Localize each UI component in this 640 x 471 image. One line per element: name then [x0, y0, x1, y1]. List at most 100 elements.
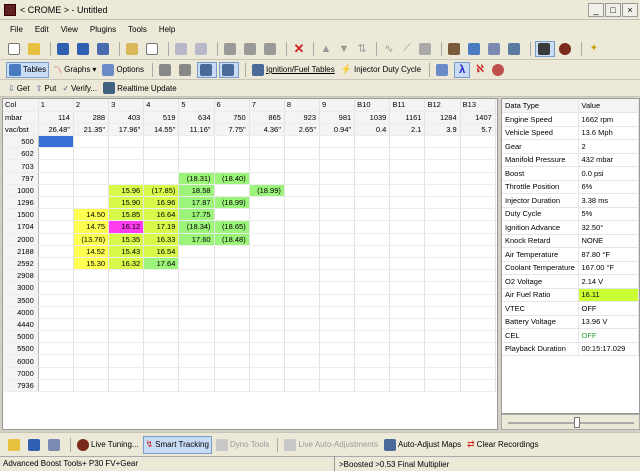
table-cell[interactable]: [249, 257, 285, 271]
table-cell[interactable]: [108, 172, 145, 185]
table-cell[interactable]: [38, 184, 74, 198]
table-cell[interactable]: [460, 269, 496, 283]
increase-button[interactable]: ▲: [318, 41, 334, 57]
fuel-map-button[interactable]: [157, 62, 175, 78]
table-cell[interactable]: [354, 184, 391, 198]
table-cell[interactable]: [319, 172, 356, 185]
table-cell[interactable]: [108, 294, 145, 307]
column-header[interactable]: 0.4: [354, 123, 391, 137]
save-plugin-button[interactable]: [95, 41, 113, 57]
table-cell[interactable]: [249, 367, 285, 380]
table-cell[interactable]: [284, 245, 321, 258]
table-cell[interactable]: [178, 354, 215, 368]
column-header[interactable]: 14.55": [143, 123, 180, 137]
table-cell[interactable]: [143, 306, 180, 319]
table-cell[interactable]: [38, 367, 74, 380]
table-cell[interactable]: [108, 318, 145, 332]
column-header[interactable]: 750: [214, 111, 250, 124]
table-cell[interactable]: [460, 367, 496, 380]
live-auto-adjust-button[interactable]: Live Auto-Adjustments: [282, 436, 380, 454]
table-cell[interactable]: [424, 367, 461, 380]
star-button[interactable]: ✦: [586, 41, 602, 57]
table-cell[interactable]: [178, 342, 215, 356]
menu-edit[interactable]: Edit: [29, 25, 55, 34]
row-header-rpm[interactable]: 2908: [3, 269, 39, 283]
table-cell[interactable]: [249, 147, 285, 161]
table-cell[interactable]: [284, 159, 321, 173]
table-cell[interactable]: [354, 318, 391, 332]
table-cell[interactable]: [249, 196, 285, 210]
table-cell[interactable]: [389, 245, 426, 258]
table-cell[interactable]: [424, 318, 461, 332]
table-cell[interactable]: [389, 220, 426, 234]
table-cell[interactable]: 14.52: [73, 245, 110, 258]
table-cell[interactable]: [73, 379, 110, 393]
table-cell[interactable]: [38, 294, 74, 307]
table-cell[interactable]: 18.58: [178, 184, 215, 198]
column-header[interactable]: 981: [319, 111, 356, 124]
column-header[interactable]: B11: [389, 99, 426, 112]
table-cell[interactable]: [389, 159, 426, 173]
table-cell[interactable]: [249, 208, 285, 222]
export-button[interactable]: [506, 41, 524, 57]
table-cell[interactable]: [214, 330, 250, 344]
row-header-rpm[interactable]: 1704: [3, 220, 39, 234]
table-cell[interactable]: [319, 367, 356, 380]
open-log-button[interactable]: [6, 436, 24, 454]
table-cell[interactable]: [284, 367, 321, 380]
table-cell[interactable]: [354, 306, 391, 319]
table-cell[interactable]: [460, 294, 496, 307]
table-cell[interactable]: [178, 367, 215, 380]
table-cell[interactable]: 14.50: [73, 208, 110, 222]
row-header-rpm[interactable]: 703: [3, 159, 39, 173]
table-cell[interactable]: [38, 135, 74, 149]
table-cell[interactable]: [389, 379, 426, 393]
table-cell[interactable]: [354, 135, 391, 149]
table-view-button[interactable]: [196, 61, 217, 78]
table-cell[interactable]: [319, 196, 356, 210]
row-header-rpm[interactable]: 5500: [3, 342, 39, 356]
table-cell[interactable]: [249, 220, 285, 234]
table-cell[interactable]: [354, 245, 391, 258]
column-header[interactable]: 288: [73, 111, 110, 124]
table-cell[interactable]: [178, 269, 215, 283]
table-cell[interactable]: [214, 318, 250, 332]
table-cell[interactable]: [389, 135, 426, 149]
table-cell[interactable]: [214, 135, 250, 149]
table-cell[interactable]: [143, 281, 180, 295]
table-cell[interactable]: [319, 245, 356, 258]
smart-tracking-button[interactable]: ↯ Smart Tracking: [142, 435, 212, 454]
table-cell[interactable]: [214, 367, 250, 380]
table-cell[interactable]: [354, 354, 391, 368]
table-cell[interactable]: [389, 294, 426, 307]
interpolate-button[interactable]: ⟋: [399, 41, 415, 57]
table-cell[interactable]: 16.64: [143, 208, 180, 222]
calculator-button[interactable]: [446, 41, 464, 57]
table-cell[interactable]: [108, 330, 145, 344]
table-cell[interactable]: [354, 342, 391, 356]
table-cell[interactable]: [424, 208, 461, 222]
table-cell[interactable]: [389, 281, 426, 295]
menu-view[interactable]: View: [55, 25, 84, 34]
table-cell[interactable]: [249, 233, 285, 246]
table-cell[interactable]: [319, 147, 356, 161]
scale-button[interactable]: ⇅: [354, 41, 370, 57]
table-cell[interactable]: [249, 245, 285, 258]
table-cell[interactable]: [38, 306, 74, 319]
put-button[interactable]: ⇧ Put: [34, 80, 59, 96]
table-cell[interactable]: [38, 330, 74, 344]
row-header-rpm[interactable]: 7936: [3, 379, 39, 393]
cut-button[interactable]: [222, 41, 240, 57]
table-cell[interactable]: [319, 342, 356, 356]
table-cell[interactable]: [319, 379, 356, 393]
table-cell[interactable]: [38, 172, 74, 185]
table-cell[interactable]: [354, 220, 391, 234]
table-cell[interactable]: [284, 330, 321, 344]
table-cell[interactable]: [143, 135, 180, 149]
table-cell[interactable]: [424, 184, 461, 198]
live-tuning-button[interactable]: Live Tuning...: [75, 436, 141, 454]
table-cell[interactable]: [143, 342, 180, 356]
table-cell[interactable]: [108, 379, 145, 393]
table-cell[interactable]: [214, 159, 250, 173]
smooth-button[interactable]: ∿: [381, 41, 397, 57]
